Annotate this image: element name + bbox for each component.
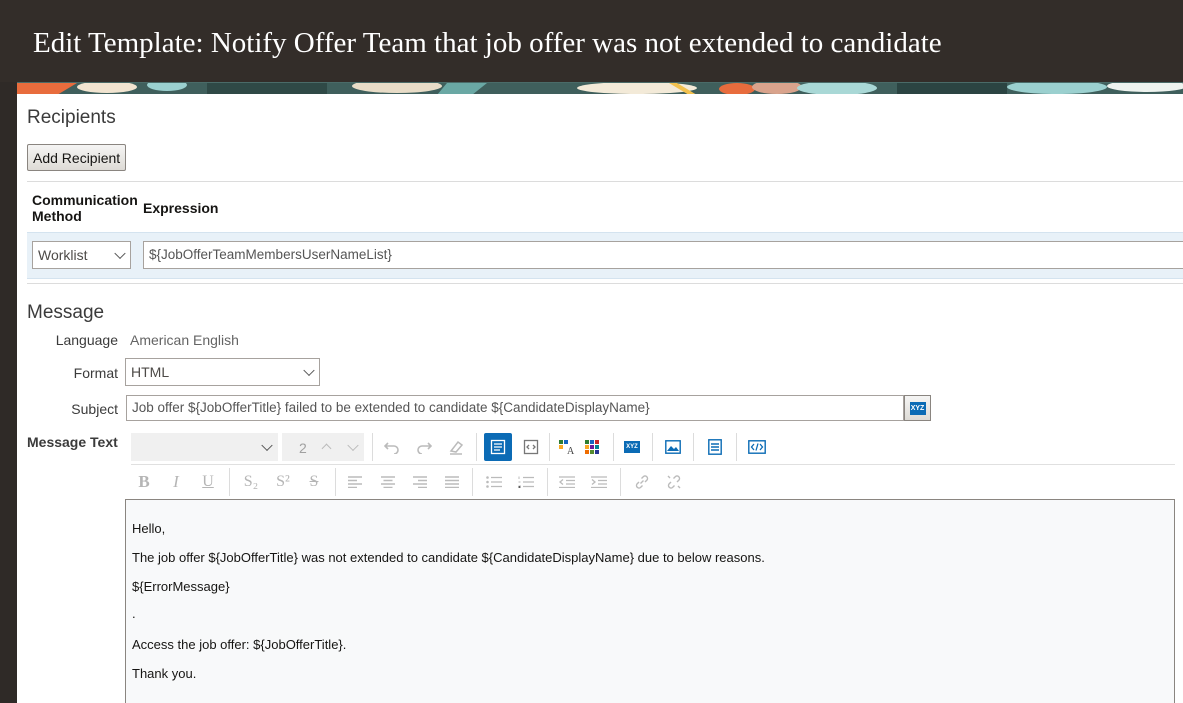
insert-variable-button[interactable]: XYZ <box>904 395 931 421</box>
strikethrough-icon[interactable]: S <box>303 470 325 494</box>
message-text-label: Message Text <box>27 434 118 450</box>
insert-html-icon[interactable] <box>745 435 769 459</box>
format-label: Format <box>73 365 118 381</box>
chevron-up-icon <box>321 443 332 454</box>
chevron-down-icon <box>303 364 315 377</box>
toolbar-divider <box>131 464 1175 465</box>
toolbar-separator <box>736 433 737 461</box>
language-value: American English <box>130 332 239 348</box>
align-right-icon[interactable] <box>409 470 431 494</box>
outdent-icon[interactable] <box>556 470 578 494</box>
underline-icon[interactable]: U <box>197 470 219 494</box>
redo-icon[interactable] <box>413 435 435 459</box>
bulleted-list-icon[interactable] <box>483 470 505 494</box>
font-size-value: 2 <box>299 440 307 456</box>
subject-input[interactable]: Job offer ${JobOfferTitle} failed to be … <box>126 395 904 421</box>
align-left-icon[interactable] <box>344 470 366 494</box>
unlink-icon[interactable] <box>663 470 685 494</box>
svg-text:A: A <box>567 446 575 455</box>
column-header-expression: Expression <box>143 200 219 216</box>
message-line: Hello, <box>132 521 166 536</box>
toolbar-separator <box>547 468 548 496</box>
toolbar-separator <box>229 468 230 496</box>
bold-icon[interactable]: B <box>133 470 155 494</box>
font-size-select[interactable]: 2 <box>282 433 364 461</box>
toolbar-separator <box>620 468 621 496</box>
insert-image-icon[interactable] <box>661 435 685 459</box>
text-color-icon[interactable]: A <box>555 435 579 459</box>
numbered-list-icon[interactable] <box>515 470 537 494</box>
align-justify-icon[interactable] <box>441 470 463 494</box>
font-family-select[interactable] <box>131 433 278 461</box>
divider <box>27 181 1183 182</box>
message-line: ${ErrorMessage} <box>132 579 230 594</box>
insert-variable-icon[interactable]: XYZ <box>620 435 644 459</box>
variable-icon: XYZ <box>909 401 926 415</box>
toolbar-separator <box>335 468 336 496</box>
indent-icon[interactable] <box>588 470 610 494</box>
toolbar-separator <box>652 433 653 461</box>
insert-block-icon[interactable] <box>703 435 727 459</box>
background-color-icon[interactable] <box>580 435 604 459</box>
title-bar: Edit Template: Notify Offer Team that jo… <box>0 0 1183 82</box>
toolbar-separator <box>693 433 694 461</box>
chevron-down-icon <box>347 439 359 452</box>
page-title: Edit Template: Notify Offer Team that jo… <box>33 27 942 59</box>
message-line: Access the job offer: ${JobOfferTitle}. <box>132 637 347 652</box>
message-section-title: Message <box>27 302 105 323</box>
recipients-section-title: Recipients <box>27 107 116 128</box>
chevron-down-icon <box>114 247 126 260</box>
message-line: The job offer ${JobOfferTitle} was not e… <box>132 550 765 565</box>
undo-icon[interactable] <box>381 435 403 459</box>
main-panel: Recipients Add Recipient Communication M… <box>17 94 1183 703</box>
communication-method-value: Worklist <box>38 247 88 263</box>
toolbar-separator <box>613 433 614 461</box>
toolbar-separator <box>476 433 477 461</box>
toolbar-separator <box>372 433 373 461</box>
chevron-down-icon <box>261 439 273 452</box>
toolbar-separator <box>549 433 550 461</box>
subject-label: Subject <box>71 401 118 417</box>
expression-input[interactable]: ${JobOfferTeamMembersUserNameList} <box>143 241 1183 269</box>
message-line: . <box>132 606 136 621</box>
column-header-communication-method: Communication Method <box>32 192 138 224</box>
message-line: Thank you. <box>132 666 197 681</box>
message-body-editor[interactable]: Hello, The job offer ${JobOfferTitle} wa… <box>125 499 1175 703</box>
superscript-icon[interactable]: S² <box>270 470 296 494</box>
decorative-banner <box>17 82 1183 94</box>
format-value: HTML <box>131 364 170 380</box>
align-center-icon[interactable] <box>377 470 399 494</box>
add-recipient-button[interactable]: Add Recipient <box>27 144 127 171</box>
communication-method-select[interactable]: Worklist <box>32 241 131 269</box>
divider <box>27 283 1183 284</box>
variable-icon: XYZ <box>624 441 640 453</box>
italic-icon[interactable]: I <box>165 470 187 494</box>
link-icon[interactable] <box>631 470 653 494</box>
banner-illustration <box>17 82 1183 94</box>
subscript-icon[interactable]: S₂ <box>238 470 264 494</box>
clear-format-icon[interactable] <box>445 435 467 459</box>
format-select[interactable]: HTML <box>125 358 320 386</box>
toolbar-separator <box>472 468 473 496</box>
source-code-mode-icon[interactable] <box>519 435 543 459</box>
rich-text-mode-icon[interactable] <box>484 433 512 461</box>
language-label: Language <box>55 332 118 348</box>
